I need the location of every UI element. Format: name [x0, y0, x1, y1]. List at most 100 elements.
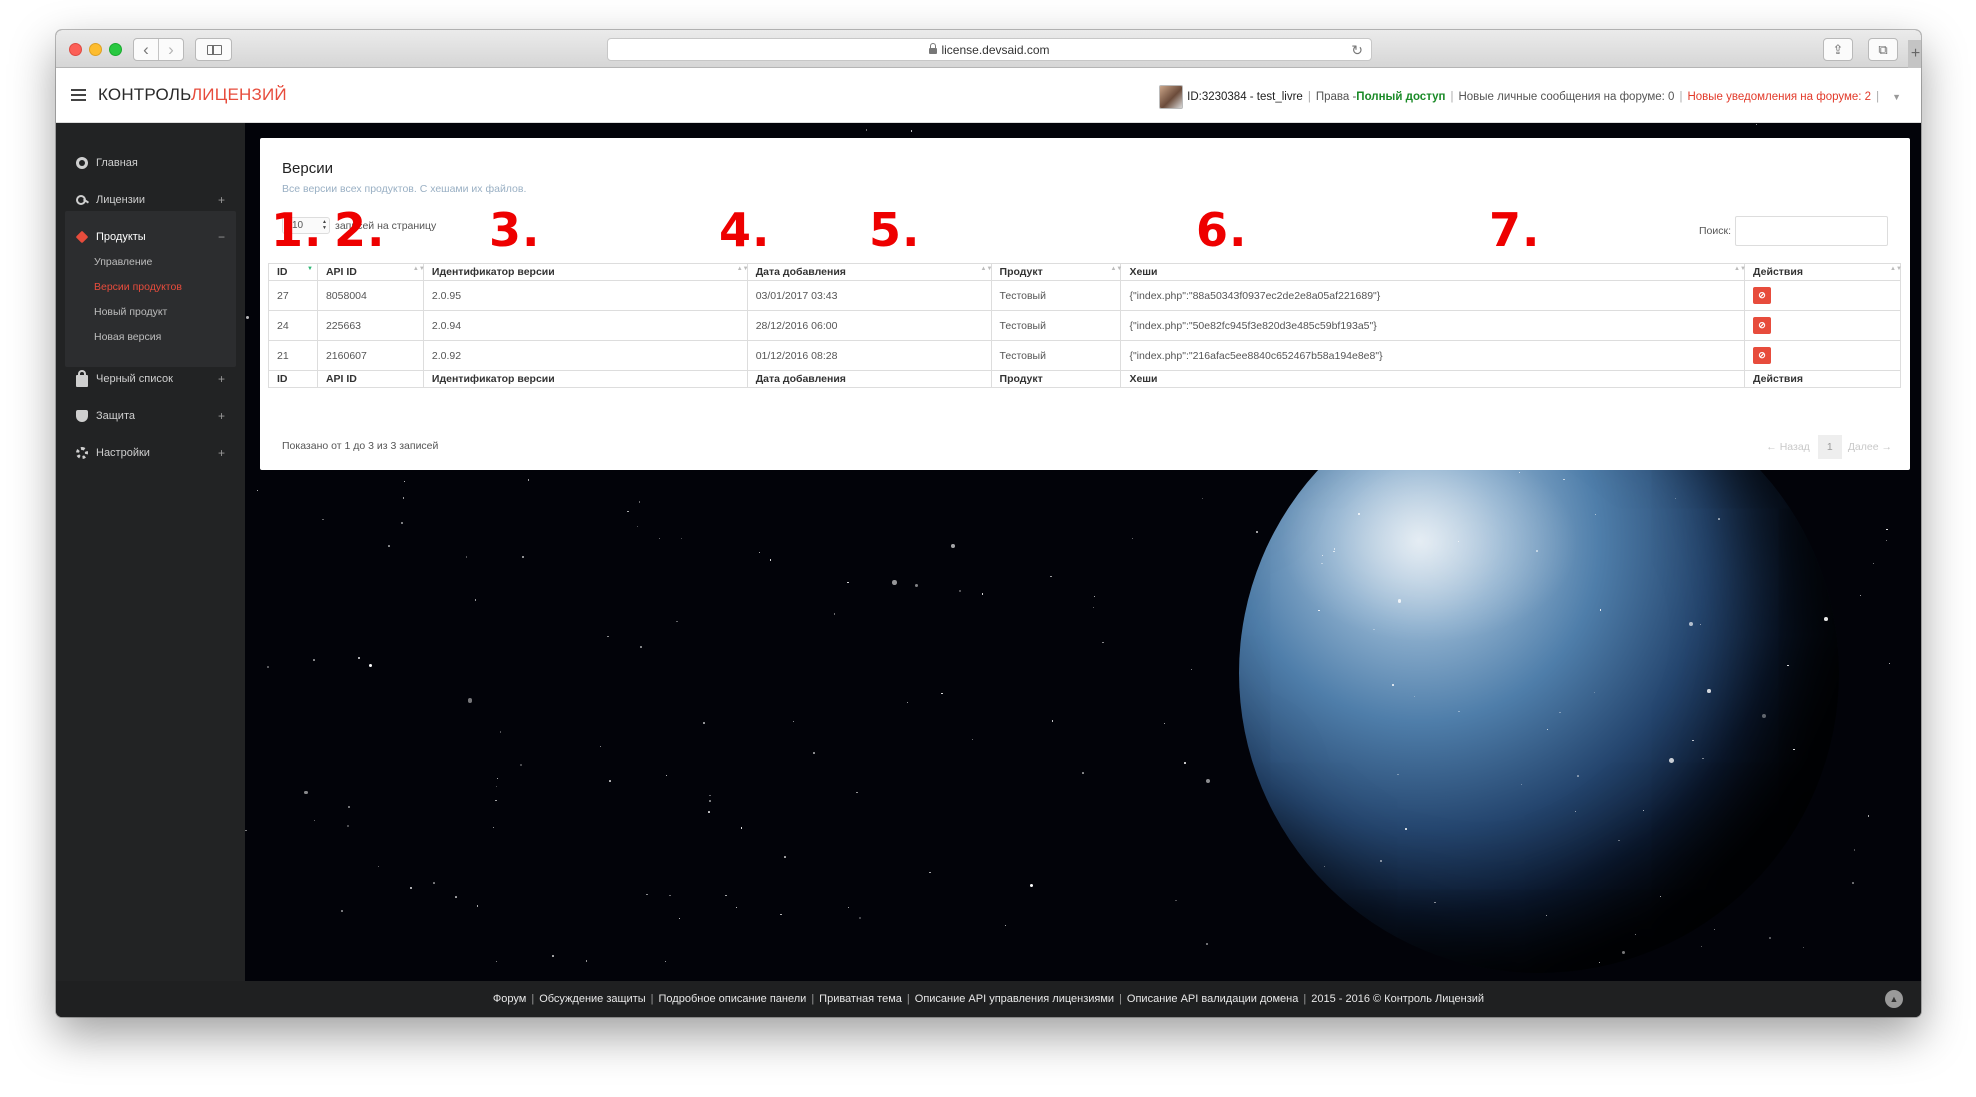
search-input[interactable]: [1735, 216, 1888, 246]
star: [1859, 594, 1861, 596]
sidebar-subitem-manage[interactable]: Управление: [94, 256, 152, 268]
sidebar-item-settings[interactable]: Настройки +: [56, 438, 245, 468]
share-button[interactable]: ⇪: [1823, 38, 1853, 61]
star: [1701, 946, 1703, 948]
delete-button[interactable]: ⊘: [1753, 347, 1772, 364]
star: [495, 960, 497, 963]
logo-text-2: ЛИЦЕНЗИЙ: [190, 85, 287, 104]
minimize-window-button[interactable]: [89, 43, 102, 56]
shield-icon: [76, 410, 88, 422]
tabs-button[interactable]: ⧉: [1868, 38, 1898, 61]
sidebar-item-licenses[interactable]: Лицензии +: [56, 185, 245, 215]
sidebar-subitem-product-versions[interactable]: Версии продуктов: [94, 281, 182, 293]
sidebar-subitem-new-version[interactable]: Новая версия: [94, 331, 161, 343]
column-header-hashes[interactable]: Хеши ▲▼: [1120, 263, 1746, 281]
star: [848, 907, 850, 909]
chevron-down-icon[interactable]: ▼: [1892, 92, 1901, 102]
star: [1787, 664, 1789, 666]
avatar[interactable]: [1159, 85, 1184, 109]
page-1-button[interactable]: 1: [1817, 435, 1842, 459]
reload-icon[interactable]: ↻: [1351, 42, 1363, 59]
star: [1175, 899, 1177, 902]
star: [313, 820, 315, 822]
star: [1536, 549, 1538, 552]
prev-page-button[interactable]: ← Назад: [1766, 441, 1810, 453]
star: [1886, 529, 1888, 531]
forward-icon[interactable]: ›: [158, 39, 183, 60]
star: [1050, 575, 1052, 577]
star: [637, 526, 639, 528]
star: [681, 538, 683, 540]
column-header-actions[interactable]: Действия ▲▼: [1744, 263, 1902, 281]
chevron-up-icon: ▲: [1889, 994, 1899, 1004]
sidebar-item-products[interactable]: Продукты −: [65, 222, 236, 252]
cell-id: 21: [268, 340, 318, 371]
sidebar-subitem-new-product[interactable]: Новый продукт: [94, 306, 167, 318]
cell-hashes: {"index.php":"216afac5ee8840c652467b58a1…: [1120, 340, 1746, 371]
star: [959, 590, 961, 592]
star: [1434, 901, 1436, 904]
footer-link-panel-description[interactable]: Подробное описание панели: [659, 993, 807, 1005]
star: [1205, 779, 1210, 784]
star: [725, 894, 727, 897]
column-header-id[interactable]: ID ▼: [268, 263, 318, 281]
star: [368, 664, 372, 668]
sidebar-item-blacklist[interactable]: Черный список +: [56, 364, 245, 394]
footer-link-protection-discussion[interactable]: Обсуждение защиты: [539, 993, 645, 1005]
delete-button[interactable]: ⊘: [1753, 287, 1772, 304]
star: [402, 497, 404, 499]
ban-icon: ⊘: [1758, 290, 1766, 300]
star: [1802, 947, 1804, 949]
page-subtitle: Все версии всех продуктов. С хешами их ф…: [282, 183, 527, 195]
star: [1164, 723, 1166, 725]
close-window-button[interactable]: [69, 43, 82, 56]
browser-titlebar: ‹ › license.devsaid.com ↻ ⇪ ⧉ +: [56, 30, 1921, 68]
table-row: 21 2160607 2.0.92 01/12/2016 08:28 Тесто…: [268, 340, 1901, 371]
address-bar[interactable]: license.devsaid.com ↻: [607, 38, 1372, 61]
cell-actions: ⊘: [1744, 340, 1901, 371]
star: [1093, 595, 1096, 598]
star: [833, 613, 836, 615]
sidebar-item-home[interactable]: Главная: [56, 148, 245, 178]
footer-link-forum[interactable]: Форум: [493, 993, 526, 1005]
star: [378, 865, 380, 867]
cell-version: 2.0.95: [422, 280, 748, 311]
star: [519, 764, 522, 767]
footer-link-private-topic[interactable]: Приватная тема: [819, 993, 902, 1005]
delete-button[interactable]: ⊘: [1753, 317, 1772, 334]
new-tab-button[interactable]: +: [1908, 40, 1921, 68]
star: [971, 739, 973, 741]
star: [1206, 943, 1208, 945]
sidebar-item-protection[interactable]: Защита +: [56, 401, 245, 431]
star: [708, 811, 710, 814]
lock-icon: [76, 370, 88, 387]
footer-link-domain-api[interactable]: Описание API валидации домена: [1127, 993, 1298, 1005]
menu-icon[interactable]: [71, 89, 86, 101]
scroll-top-button[interactable]: ▲: [1885, 990, 1903, 1008]
sidebar-item-label: Главная: [96, 157, 138, 169]
star: [1885, 540, 1887, 542]
footer-header-hashes: Хеши: [1120, 370, 1746, 388]
messages-link[interactable]: Новые личные сообщения на форуме: 0: [1458, 91, 1674, 103]
notifications-link[interactable]: Новые уведомления на форуме: 2: [1687, 91, 1871, 103]
share-icon: ⇪: [1832, 41, 1844, 57]
back-icon[interactable]: ‹: [134, 39, 158, 60]
sort-icon: ▲▼: [980, 266, 993, 272]
maximize-window-button[interactable]: [109, 43, 122, 56]
star: [640, 645, 643, 648]
tag-icon: [75, 230, 89, 244]
versions-table: ID ▼ API ID ▲▼ Идентификатор версии ▲▼ Дата…: [268, 263, 1902, 388]
key-icon: [76, 194, 88, 206]
star: [388, 544, 390, 547]
column-header-version[interactable]: Идентификатор версии ▲▼: [422, 263, 749, 281]
footer-link-license-api[interactable]: Описание API управления лицензиями: [915, 993, 1114, 1005]
next-page-button[interactable]: Далее →: [1848, 441, 1892, 453]
cell-product: Тестовый: [990, 280, 1122, 311]
annotation-5: 5.: [869, 203, 921, 257]
column-header-product[interactable]: Продукт ▲▼: [990, 263, 1122, 281]
cell-id: 24: [268, 310, 318, 341]
column-header-api-id[interactable]: API ID ▲▼: [316, 263, 425, 281]
column-header-date[interactable]: Дата добавления ▲▼: [746, 263, 993, 281]
sidebar-toggle-button[interactable]: [195, 38, 232, 61]
logo[interactable]: КОНТРОЛЬЛИЦЕНЗИЙ: [98, 85, 287, 105]
